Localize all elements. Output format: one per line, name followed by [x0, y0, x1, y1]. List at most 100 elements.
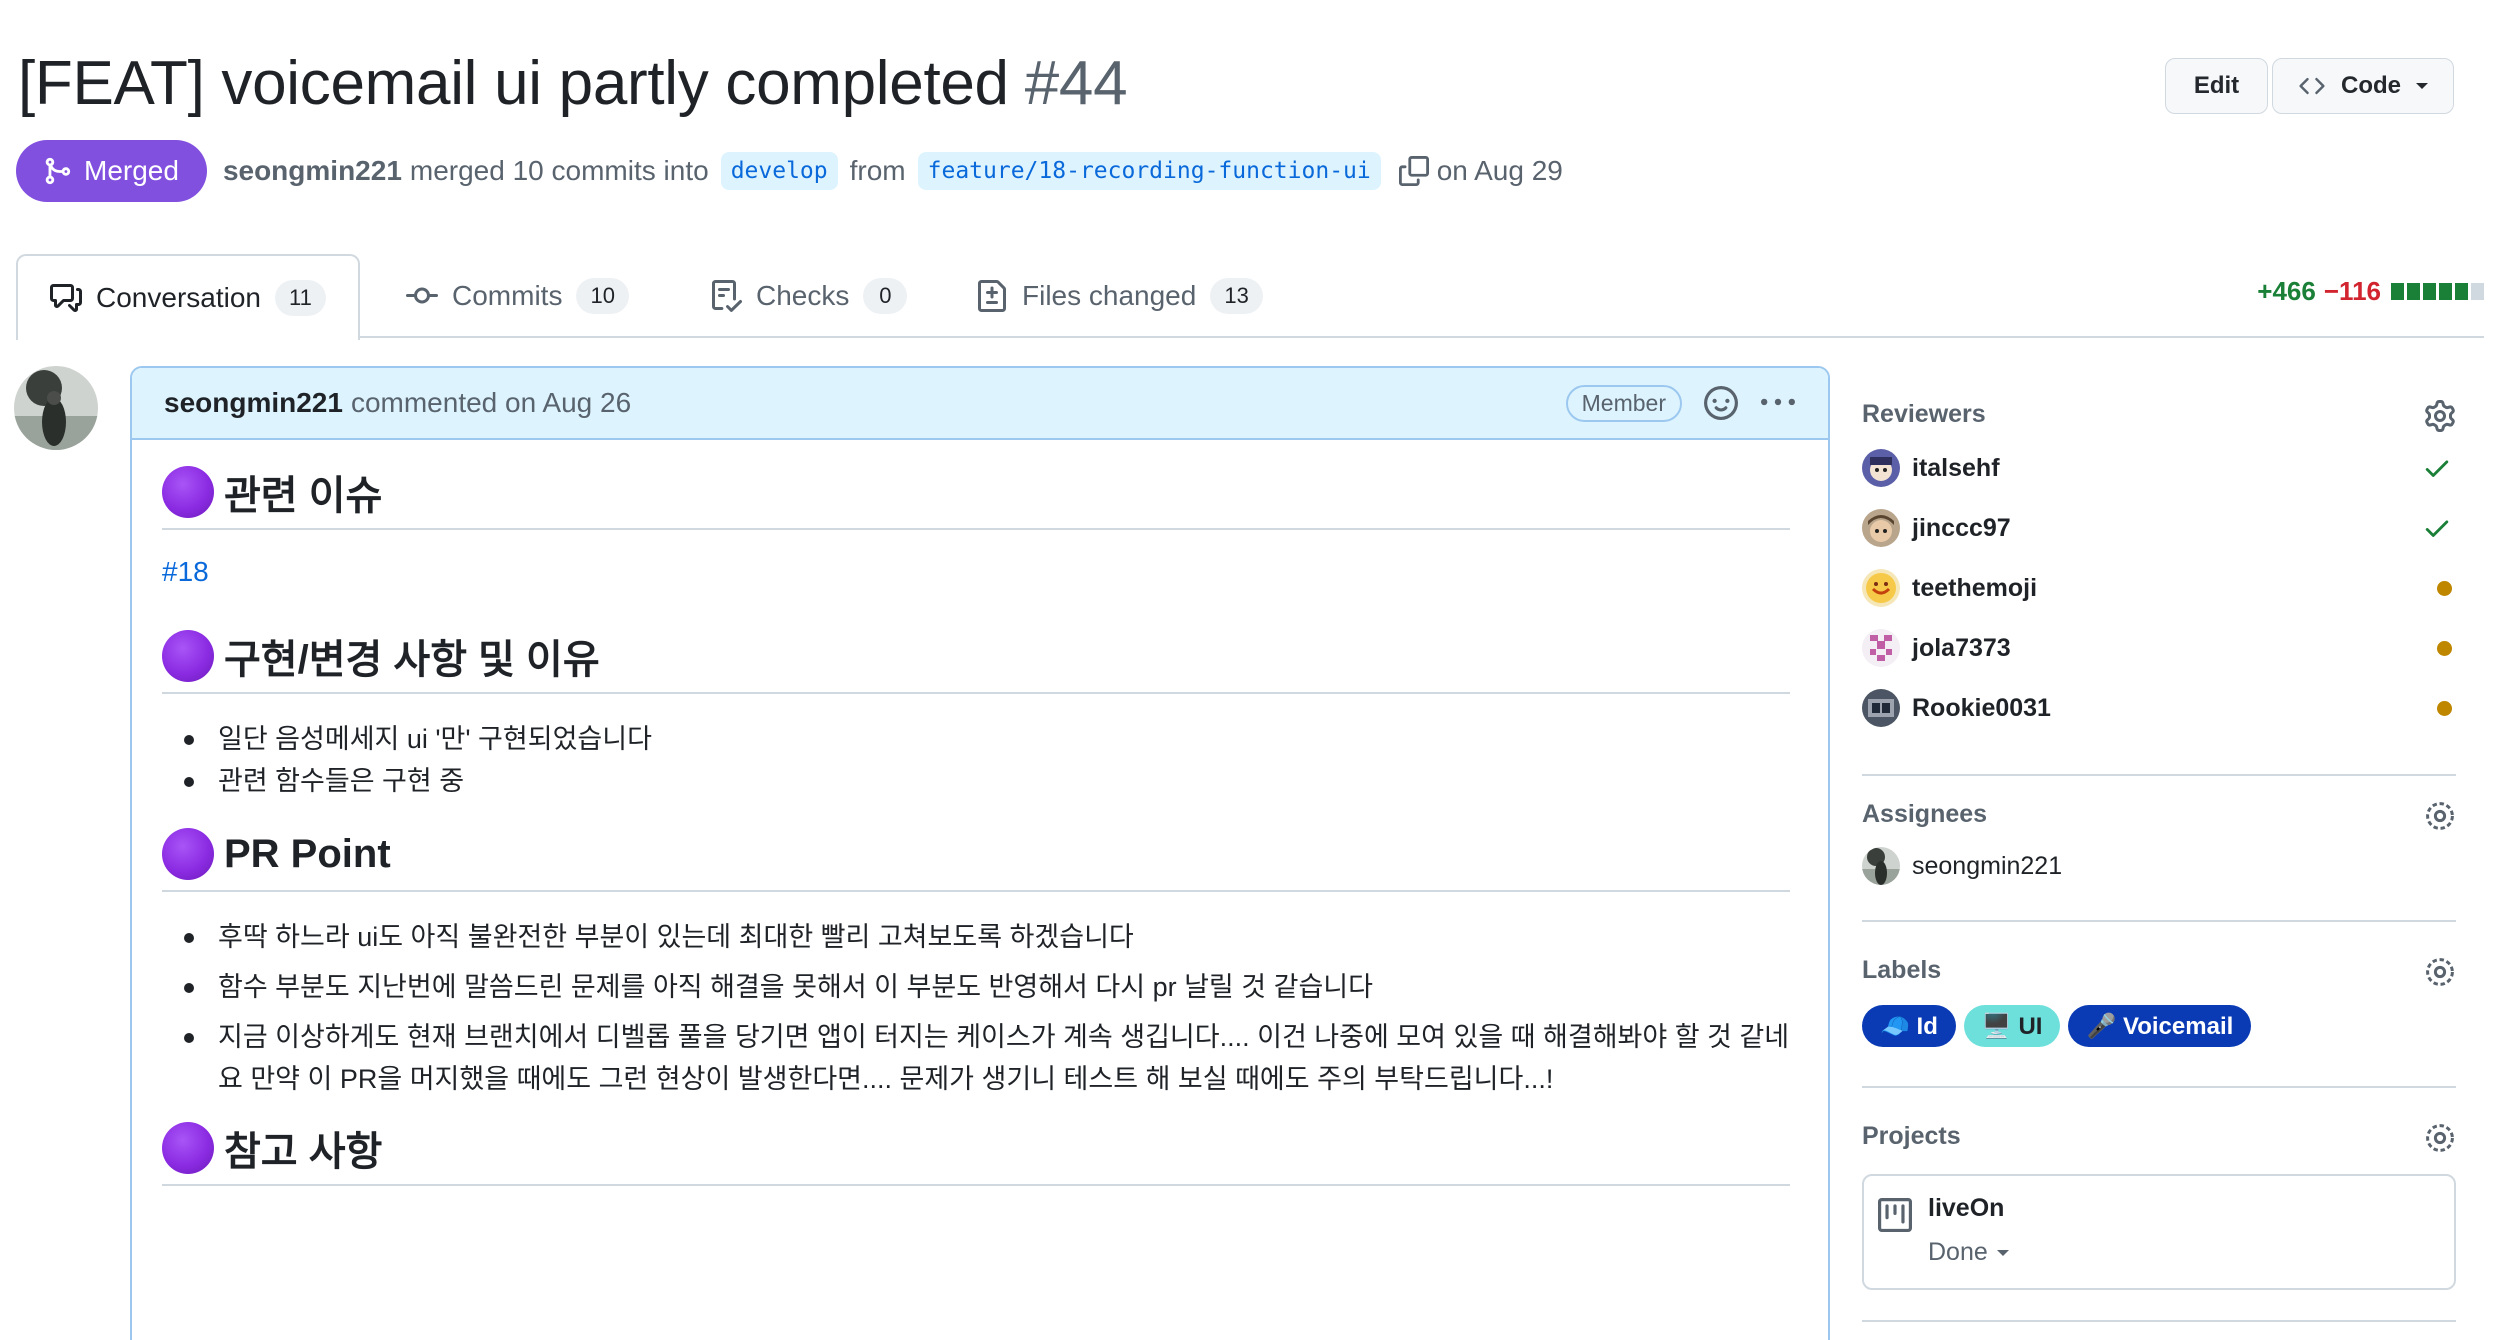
- issue-link[interactable]: #18: [162, 556, 1790, 596]
- reviewer-name: jola7373: [1912, 633, 2011, 662]
- tab-checks-label: Checks: [756, 280, 850, 311]
- code-icon: [2299, 77, 2325, 95]
- labels-section-header[interactable]: Labels: [1862, 956, 2456, 988]
- changes-list: 일단 음성메세지 ui '만' 구현되었습니다 관련 함수들은 구현 중: [162, 718, 1790, 802]
- project-name[interactable]: liveOn: [1928, 1194, 2004, 1223]
- project-status: Done: [1928, 1238, 1988, 1266]
- purple-circle-icon: [162, 630, 214, 682]
- reviewers-section-header[interactable]: Reviewers: [1862, 400, 2456, 432]
- check-icon: [2425, 520, 2449, 537]
- reviewer-row[interactable]: italsehf: [1862, 448, 2456, 488]
- comment-discussion-icon: [50, 284, 82, 312]
- reference-heading: 참고 사항: [162, 1112, 1790, 1186]
- tab-files-changed-count: 13: [1210, 278, 1263, 314]
- caret-down-icon: [1996, 1249, 2009, 1256]
- reviewer-name: italsehf: [1912, 453, 2000, 482]
- reviewers-title: Reviewers: [1862, 400, 1986, 428]
- purple-circle-icon: [162, 466, 214, 518]
- pr-tabs: Conversation 11 Commits 10 Checks 0 File…: [16, 254, 2484, 340]
- purple-circle-icon: [162, 828, 214, 880]
- reviewer-row[interactable]: jola7373: [1862, 628, 2456, 668]
- pr-author-link[interactable]: seongmin221: [223, 155, 402, 187]
- from-text: from: [849, 155, 906, 186]
- label-voicemail[interactable]: 🎤 Voicemail: [2068, 1005, 2252, 1047]
- comment-meta[interactable]: commented on Aug 26: [351, 387, 631, 419]
- gear-icon[interactable]: [2424, 800, 2456, 832]
- diffstat-block: [2391, 283, 2404, 300]
- merged-badge: Merged: [16, 140, 207, 202]
- list-item: 함수 부분도 지난번에 말씀드린 문제를 아직 해결을 못해서 이 부분도 반영…: [162, 966, 1790, 1008]
- tab-commits[interactable]: Commits 10: [406, 254, 629, 338]
- reviewer-row[interactable]: jinccc97: [1862, 508, 2456, 548]
- label-ui[interactable]: 🖥️ UI: [1963, 1005, 2061, 1047]
- labels-list: 🧢 Id 🖥️ UI 🎤 Voicemail: [1862, 1005, 2456, 1049]
- projects-section-header[interactable]: Projects: [1862, 1122, 2456, 1154]
- pending-review-dot: [2437, 640, 2452, 656]
- gear-icon[interactable]: [2424, 1122, 2456, 1154]
- list-item: 지금 이상하게도 현재 브랜치에서 디벨롭 풀을 당기면 앱이 터지는 케이스가…: [162, 1016, 1790, 1100]
- label-id[interactable]: 🧢 Id: [1862, 1005, 1956, 1047]
- comment-body: 관련 이슈 #18 구현/변경 사항 및 이유 일단 음성메세지 ui '만' …: [162, 440, 1790, 1186]
- avatar: [1862, 629, 1900, 667]
- list-item: 일단 음성메세지 ui '만' 구현되었습니다: [162, 718, 1790, 760]
- tab-files-changed[interactable]: Files changed 13: [976, 254, 1263, 338]
- tab-conversation-label: Conversation: [96, 282, 261, 313]
- diffstat-block: [2439, 283, 2452, 300]
- avatar: [1862, 509, 1900, 547]
- changes-heading: 구현/변경 사항 및 이유: [162, 620, 1790, 694]
- caret-down-icon: [2416, 83, 2428, 89]
- tab-checks[interactable]: Checks 0: [710, 254, 908, 338]
- assignees-section-header[interactable]: Assignees: [1862, 800, 2456, 832]
- kebab-horizontal-icon[interactable]: [1760, 386, 1796, 420]
- reviewer-row[interactable]: teethemoji: [1862, 568, 2456, 608]
- list-item: 후딱 하느라 ui도 아직 불완전한 부분이 있는데 최대한 빨리 고쳐보도록 …: [162, 916, 1790, 958]
- file-diff-icon: [978, 280, 1006, 312]
- code-button[interactable]: Code: [2272, 58, 2454, 114]
- comment-author-avatar[interactable]: [14, 366, 98, 450]
- smiley-icon[interactable]: [1704, 386, 1738, 420]
- head-branch[interactable]: feature/18-recording-function-ui: [917, 152, 1381, 190]
- base-branch[interactable]: develop: [720, 152, 838, 190]
- avatar: [1862, 847, 1900, 885]
- diffstat-additions: +466: [2257, 276, 2316, 306]
- tab-files-changed-label: Files changed: [1022, 280, 1197, 311]
- assignee-row[interactable]: seongmin221: [1862, 846, 2456, 886]
- diffstat-block: [2471, 283, 2484, 300]
- tab-commits-label: Commits: [452, 280, 563, 311]
- avatar: [1862, 569, 1900, 607]
- tab-conversation-count: 11: [274, 280, 326, 316]
- gear-icon[interactable]: [2424, 400, 2456, 432]
- pr-state-row: Merged seongmin221 merged 10 commits int…: [16, 140, 1563, 202]
- check-icon: [2425, 460, 2449, 477]
- divider: [1862, 1086, 2456, 1088]
- labels-title: Labels: [1862, 956, 1942, 984]
- diffstat-block: [2407, 283, 2420, 300]
- reviewer-name: Rookie0031: [1912, 693, 2051, 722]
- pr-point-heading: PR Point: [162, 818, 1790, 892]
- pr-point-list: 후딱 하느라 ui도 아직 불완전한 부분이 있는데 최대한 빨리 고쳐보도록 …: [162, 916, 1790, 1100]
- merge-date: on Aug 29: [1436, 155, 1563, 186]
- edit-button[interactable]: Edit: [2165, 58, 2268, 114]
- pending-review-dot: [2437, 580, 2452, 596]
- comment-header: seongmin221 commented on Aug 26 Member: [132, 368, 1828, 440]
- tab-conversation[interactable]: Conversation 11: [16, 254, 360, 340]
- assignee-name: seongmin221: [1912, 851, 2063, 880]
- commit-icon: [406, 287, 438, 304]
- gear-icon[interactable]: [2424, 956, 2456, 988]
- reviewer-row[interactable]: Rookie0031: [1862, 688, 2456, 728]
- pr-number: #44: [1024, 48, 1128, 118]
- tab-commits-count: 10: [576, 278, 629, 314]
- project-status-dropdown[interactable]: Done: [1928, 1238, 2010, 1267]
- list-item: 관련 함수들은 구현 중: [162, 760, 1790, 802]
- project-board-icon: [1878, 1198, 1912, 1232]
- issue-heading: 관련 이슈: [162, 456, 1790, 530]
- copy-icon[interactable]: [1398, 156, 1429, 186]
- comment-author[interactable]: seongmin221: [164, 387, 343, 419]
- merge-summary: merged 10 commits into: [409, 155, 709, 186]
- diffstat-deletions: −116: [2323, 276, 2381, 306]
- merge-icon: [45, 157, 71, 185]
- purple-circle-icon: [162, 1122, 214, 1174]
- divider: [1862, 774, 2456, 776]
- divider: [1862, 1320, 2456, 1322]
- avatar: [1862, 449, 1900, 487]
